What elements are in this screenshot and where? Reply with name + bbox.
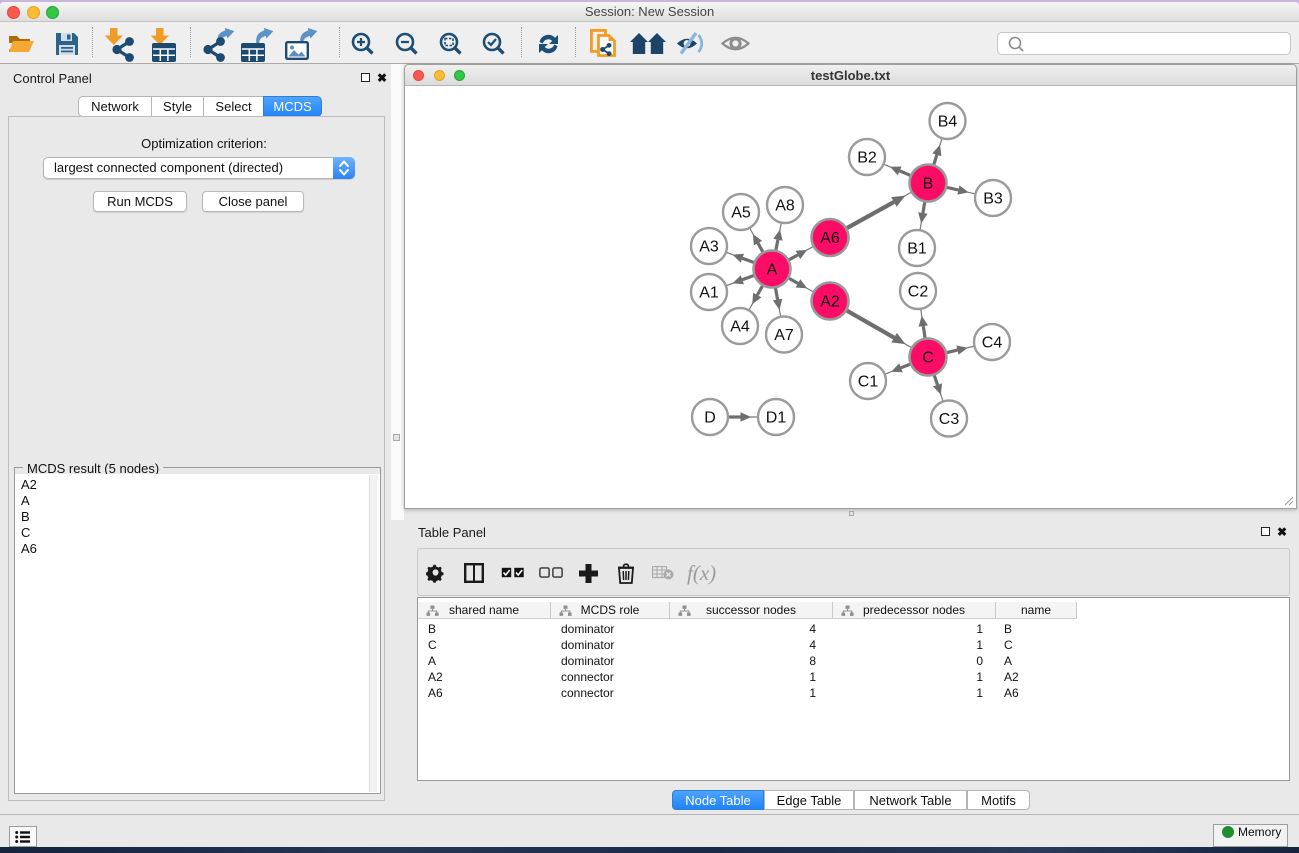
- svg-text:A5: A5: [731, 205, 751, 222]
- svg-text:B: B: [923, 176, 934, 193]
- svg-text:B1: B1: [907, 241, 927, 258]
- svg-text:A8: A8: [775, 198, 795, 215]
- svg-text:B3: B3: [983, 191, 1003, 208]
- svg-text:D1: D1: [766, 410, 787, 427]
- svg-text:B2: B2: [857, 150, 877, 167]
- svg-text:A: A: [767, 262, 778, 279]
- svg-text:C1: C1: [858, 374, 879, 391]
- svg-text:C4: C4: [982, 335, 1003, 352]
- svg-text:C: C: [922, 350, 934, 367]
- svg-text:B4: B4: [938, 114, 958, 131]
- svg-text:A7: A7: [774, 327, 794, 344]
- svg-text:A3: A3: [699, 239, 719, 256]
- svg-text:C3: C3: [939, 411, 960, 428]
- svg-text:D: D: [704, 410, 716, 427]
- svg-text:A4: A4: [730, 319, 750, 336]
- svg-text:A6: A6: [820, 230, 840, 247]
- svg-text:C2: C2: [908, 284, 929, 301]
- svg-text:A1: A1: [699, 285, 719, 302]
- svg-text:A2: A2: [820, 294, 840, 311]
